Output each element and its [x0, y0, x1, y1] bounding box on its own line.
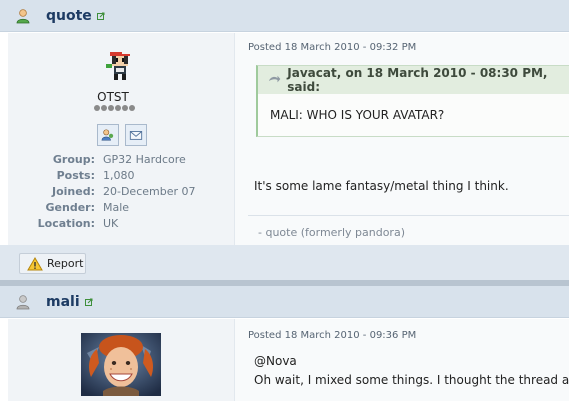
- info-row-gender: Gender: Male: [0, 200, 226, 216]
- info-value: GP32 Hardcore: [103, 153, 186, 166]
- rank-pip: [101, 105, 107, 111]
- post-header: mali: [0, 286, 569, 318]
- info-label: Joined:: [52, 185, 95, 198]
- info-row-group: Group: GP32 Hardcore: [0, 152, 226, 168]
- author-username-link[interactable]: mali: [46, 294, 80, 310]
- info-row-posts: Posts: 1,080: [0, 168, 226, 184]
- rank-pip: [94, 105, 100, 111]
- user-offline-icon: [12, 294, 34, 310]
- external-link-icon[interactable]: [84, 298, 93, 306]
- info-value: Male: [103, 201, 130, 214]
- quote-attribution: Javacat, on 18 March 2010 - 08:30 PM, sa…: [287, 66, 548, 94]
- quote-block: Javacat, on 18 March 2010 - 08:30 PM, sa…: [256, 65, 569, 137]
- avatar[interactable]: [81, 333, 161, 396]
- quote-text: MALI: WHO IS YOUR AVATAR?: [270, 108, 445, 122]
- signature-divider: [248, 215, 569, 216]
- author-info: Group: GP32 Hardcore Posts: 1,080 Joined: 2…: [0, 152, 226, 232]
- send-message-button[interactable]: [125, 124, 147, 146]
- post-timestamp[interactable]: Posted 18 March 2010 - 09:32 PM: [248, 42, 416, 53]
- post-message: It's some lame fantasy/metal thing I thi…: [254, 179, 509, 193]
- profile-icon: [101, 129, 114, 141]
- info-label: Gender:: [45, 201, 95, 214]
- avatar[interactable]: [104, 50, 136, 82]
- mail-icon: [129, 131, 143, 140]
- post-message-line: Oh wait, I mixed some things. I thought …: [254, 373, 569, 387]
- info-label: Posts:: [56, 169, 95, 182]
- info-value: 20-December 07: [103, 185, 196, 198]
- rank-pip: [108, 105, 114, 111]
- report-label: Report: [47, 257, 84, 270]
- external-link-icon[interactable]: [96, 12, 105, 20]
- author-name: OTST: [97, 90, 129, 104]
- rank-pip: [122, 105, 128, 111]
- warning-icon: [27, 256, 43, 270]
- post-header: quote: [0, 0, 569, 32]
- info-label: Group:: [52, 153, 95, 166]
- quote-arrow-icon[interactable]: [268, 74, 281, 86]
- user-online-icon: [12, 8, 34, 24]
- info-label: Location:: [37, 217, 95, 230]
- quote-header: Javacat, on 18 March 2010 - 08:30 PM, sa…: [258, 66, 569, 94]
- rank-pips: [94, 105, 135, 111]
- view-profile-button[interactable]: [97, 124, 119, 146]
- info-row-joined: Joined: 20-December 07: [0, 184, 226, 200]
- rank-pip: [129, 105, 135, 111]
- post-message-line: @Nova: [254, 354, 297, 368]
- post-timestamp[interactable]: Posted 18 March 2010 - 09:36 PM: [248, 330, 416, 341]
- rank-pip: [115, 105, 121, 111]
- info-value: UK: [103, 217, 119, 230]
- info-value: 1,080: [103, 169, 135, 182]
- info-row-location: Location: UK: [0, 216, 226, 232]
- author-username-link[interactable]: quote: [46, 8, 92, 24]
- post-signature: - quote (formerly pandora): [258, 226, 405, 239]
- report-button[interactable]: Report: [19, 253, 86, 274]
